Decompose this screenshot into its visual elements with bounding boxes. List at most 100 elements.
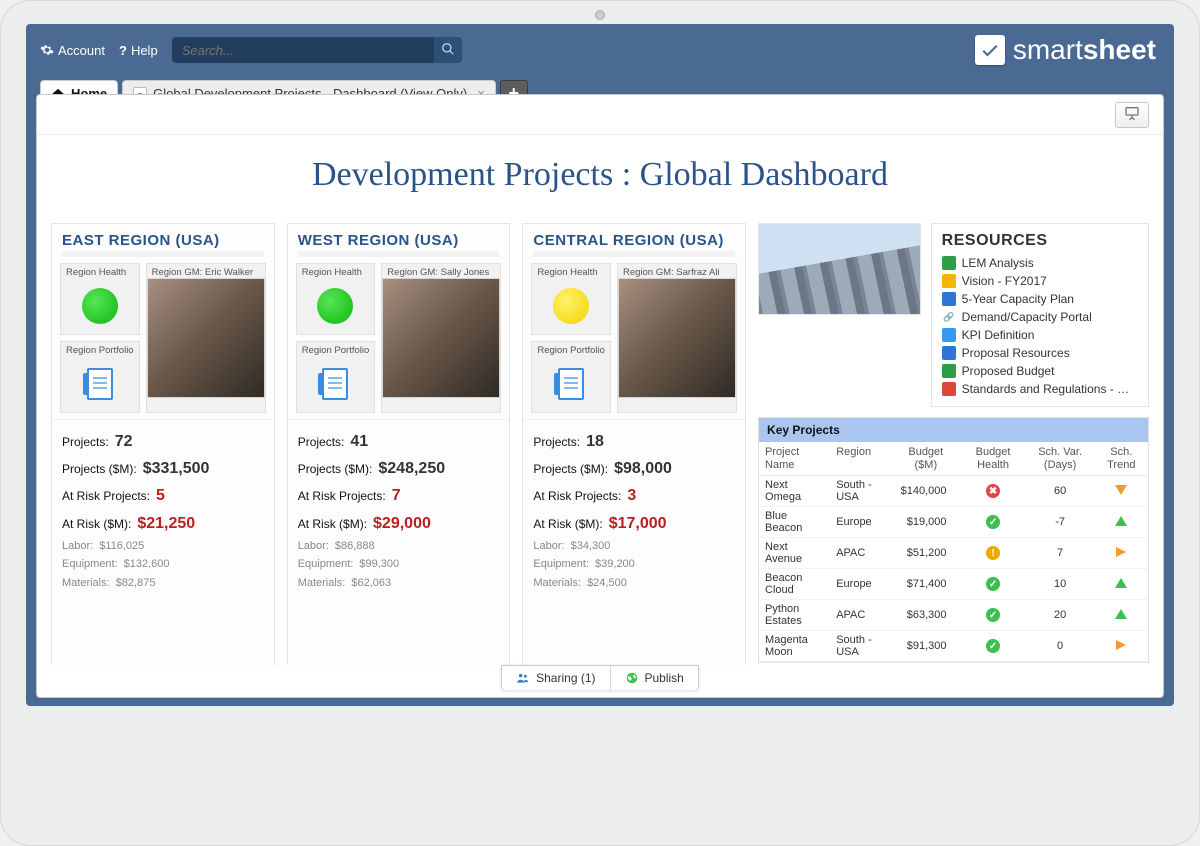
search-input[interactable] xyxy=(172,37,462,63)
resource-item[interactable]: LEM Analysis xyxy=(942,254,1138,272)
region-portfolio-cell[interactable]: Region Portfolio xyxy=(296,341,376,413)
cell-budget: $63,300 xyxy=(891,600,960,631)
search-icon xyxy=(441,42,455,59)
region-card: WEST REGION (USA) Region Health Region P… xyxy=(287,223,511,665)
cell-health: ✓ xyxy=(960,507,1025,538)
cell-name: Python Estates xyxy=(759,600,830,631)
table-header: Sch. Trend xyxy=(1095,442,1148,476)
region-portfolio-label: Region Portfolio xyxy=(61,342,139,356)
publish-label: Publish xyxy=(645,671,684,685)
region-gm-label: Region GM: Sally Jones xyxy=(382,264,500,278)
trend-icon xyxy=(1116,640,1126,650)
cell-name: Next Omega xyxy=(759,476,830,507)
table-header: Budget ($M) xyxy=(891,442,960,476)
cell-name: Blue Beacon xyxy=(759,507,830,538)
file-type-icon xyxy=(942,328,956,342)
brand-text: smartsheet xyxy=(1013,34,1156,66)
health-icon: ! xyxy=(986,546,1000,560)
region-name: EAST REGION (USA) xyxy=(52,224,274,251)
sharing-button[interactable]: Sharing (1) xyxy=(502,666,610,690)
cell-health: ✓ xyxy=(960,569,1025,600)
people-icon xyxy=(516,671,530,685)
resource-item[interactable]: Proposed Budget xyxy=(942,362,1138,380)
account-link[interactable]: Account xyxy=(40,43,105,58)
table-row[interactable]: Blue Beacon Europe $19,000 ✓ -7 xyxy=(759,507,1148,538)
table-row[interactable]: Next Avenue APAC $51,200 ! 7 xyxy=(759,538,1148,569)
cell-var: 10 xyxy=(1026,569,1095,600)
resource-item[interactable]: Proposal Resources xyxy=(942,344,1138,362)
table-header: Budget Health xyxy=(960,442,1025,476)
file-type-icon xyxy=(942,346,956,360)
dashboard-grid: EAST REGION (USA) Region Health Region P… xyxy=(51,223,1149,665)
table-row[interactable]: Beacon Cloud Europe $71,400 ✓ 10 xyxy=(759,569,1148,600)
region-gm-cell: Region GM: Sarfraz Ali xyxy=(617,263,737,413)
table-row[interactable]: Next Omega South - USA $140,000 ✖ 60 xyxy=(759,476,1148,507)
region-stats: Projects: 72 Projects ($M): $331,500 At … xyxy=(52,419,274,599)
brand-check-icon xyxy=(975,35,1005,65)
resource-item[interactable]: KPI Definition xyxy=(942,326,1138,344)
monitor-bezel: Account ? Help xyxy=(0,0,1200,846)
region-portfolio-cell[interactable]: Region Portfolio xyxy=(60,341,140,413)
sharing-label: Sharing (1) xyxy=(536,671,595,685)
resource-label: Proposed Budget xyxy=(962,364,1055,378)
region-portfolio-cell[interactable]: Region Portfolio xyxy=(531,341,611,413)
key-projects-card: Key Projects Project NameRegionBudget ($… xyxy=(758,417,1149,663)
file-type-icon xyxy=(942,274,956,288)
help-label: Help xyxy=(131,43,158,58)
cell-region: South - USA xyxy=(830,631,891,662)
region-progress xyxy=(298,251,500,257)
region-gm-label: Region GM: Sarfraz Ali xyxy=(618,264,736,278)
cell-trend xyxy=(1095,600,1148,631)
file-type-icon: 🔗 xyxy=(942,310,956,324)
cell-name: Beacon Cloud xyxy=(759,569,830,600)
health-icon: ✓ xyxy=(986,577,1000,591)
resource-label: 5-Year Capacity Plan xyxy=(962,292,1074,306)
region-gm-cell: Region GM: Eric Walker xyxy=(146,263,266,413)
health-icon: ✓ xyxy=(986,639,1000,653)
camera-dot xyxy=(595,10,605,20)
cell-budget: $71,400 xyxy=(891,569,960,600)
cell-health: ✓ xyxy=(960,631,1025,662)
region-stats: Projects: 18 Projects ($M): $98,000 At R… xyxy=(523,419,745,599)
cell-budget: $51,200 xyxy=(891,538,960,569)
hero-image xyxy=(758,223,921,315)
search-button[interactable] xyxy=(434,37,462,63)
app-body: Development Projects : Global Dashboard … xyxy=(36,94,1164,698)
region-health-label: Region Health xyxy=(532,264,610,278)
region-gm-label: Region GM: Eric Walker xyxy=(147,264,265,278)
footer-button-group: Sharing (1) Publish xyxy=(501,665,699,690)
resource-label: Proposal Resources xyxy=(962,346,1070,360)
cell-trend xyxy=(1095,569,1148,600)
help-link[interactable]: ? Help xyxy=(119,43,158,58)
cell-trend xyxy=(1095,476,1148,507)
resource-item[interactable]: 5-Year Capacity Plan xyxy=(942,290,1138,308)
present-button[interactable] xyxy=(1115,102,1149,128)
health-dot-icon xyxy=(553,288,589,324)
table-row[interactable]: Python Estates APAC $63,300 ✓ 20 xyxy=(759,600,1148,631)
resource-label: LEM Analysis xyxy=(962,256,1034,270)
region-health-cell: Region Health xyxy=(60,263,140,335)
table-header: Project Name xyxy=(759,442,830,476)
resource-item[interactable]: Standards and Regulations - … xyxy=(942,380,1138,398)
cell-region: South - USA xyxy=(830,476,891,507)
file-type-icon xyxy=(942,364,956,378)
resources-list: LEM Analysis Vision - FY2017 5-Year Capaci… xyxy=(942,254,1138,398)
cell-health: ✓ xyxy=(960,600,1025,631)
region-health-label: Region Health xyxy=(297,264,375,278)
region-gm-cell: Region GM: Sally Jones xyxy=(381,263,501,413)
health-icon: ✓ xyxy=(986,608,1000,622)
resource-item[interactable]: Vision - FY2017 xyxy=(942,272,1138,290)
resources-card: RESOURCES LEM Analysis Vision - FY2017 5-Y… xyxy=(931,223,1149,407)
resources-title: RESOURCES xyxy=(942,232,1138,250)
cell-budget: $140,000 xyxy=(891,476,960,507)
portfolio-icon xyxy=(558,368,584,400)
table-row[interactable]: Magenta Moon South - USA $91,300 ✓ 0 xyxy=(759,631,1148,662)
gm-photo xyxy=(618,278,736,398)
region-card: EAST REGION (USA) Region Health Region P… xyxy=(51,223,275,665)
portfolio-icon xyxy=(87,368,113,400)
region-name: WEST REGION (USA) xyxy=(288,224,510,251)
resource-item[interactable]: 🔗Demand/Capacity Portal xyxy=(942,308,1138,326)
app-screen: Account ? Help xyxy=(26,24,1174,706)
region-health-label: Region Health xyxy=(61,264,139,278)
publish-button[interactable]: Publish xyxy=(611,666,698,690)
